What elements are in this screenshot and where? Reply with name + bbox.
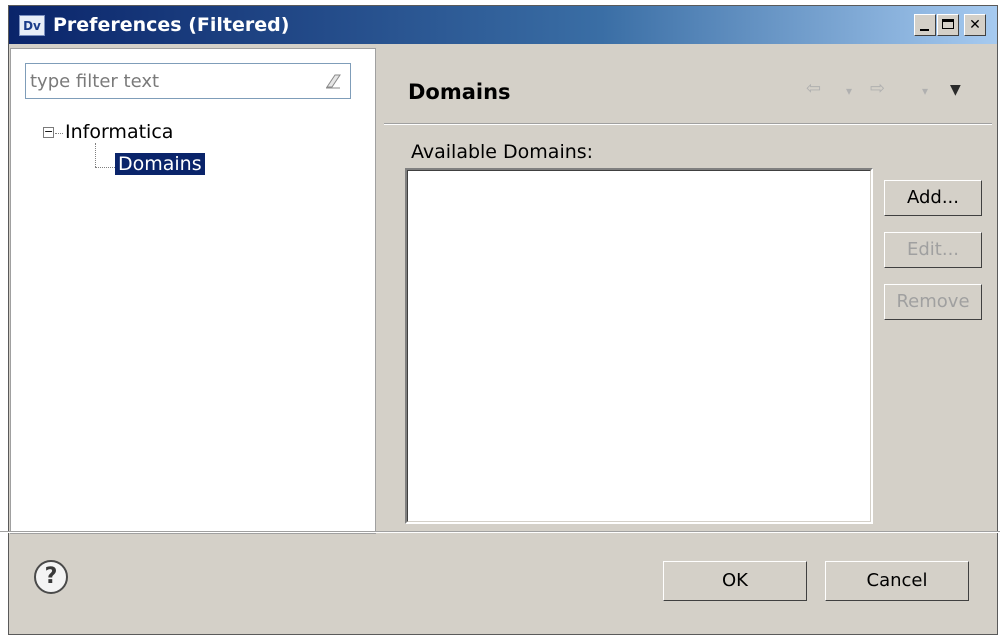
add-button[interactable]: Add... xyxy=(884,180,982,216)
back-dropdown-icon[interactable]: ▾ xyxy=(846,84,852,98)
tree-connector xyxy=(95,143,96,167)
app-icon: Dv xyxy=(19,15,45,36)
tree-connector xyxy=(55,133,63,134)
window-title: Preferences (Filtered) xyxy=(53,14,290,36)
tree-item-domains[interactable]: Domains xyxy=(115,153,205,175)
available-domains-label: Available Domains: xyxy=(411,141,594,163)
edit-button[interactable]: Edit... xyxy=(884,232,982,268)
domains-list[interactable] xyxy=(405,168,873,524)
filter-field[interactable] xyxy=(25,63,351,99)
help-icon[interactable]: ? xyxy=(34,560,68,594)
view-menu-icon[interactable]: ▼ xyxy=(950,82,961,98)
filter-input[interactable] xyxy=(30,67,310,95)
clear-filter-icon[interactable] xyxy=(324,72,342,90)
back-arrow-icon[interactable]: ⇦ xyxy=(806,78,821,99)
page-title: Domains xyxy=(408,80,511,104)
title-bar[interactable]: Dv Preferences (Filtered) ✕ xyxy=(9,6,997,44)
tree-item-informatica[interactable]: Informatica xyxy=(65,121,173,143)
collapse-icon[interactable]: − xyxy=(43,126,54,138)
forward-arrow-icon[interactable]: ⇨ xyxy=(870,78,885,99)
maximize-button[interactable] xyxy=(937,14,959,36)
cancel-button[interactable]: Cancel xyxy=(825,561,969,601)
header-divider xyxy=(384,123,992,125)
ok-button[interactable]: OK xyxy=(663,561,807,601)
close-button[interactable]: ✕ xyxy=(964,14,986,36)
footer-divider xyxy=(0,531,1000,533)
remove-button[interactable]: Remove xyxy=(884,284,982,320)
tree-connector xyxy=(95,167,115,168)
forward-dropdown-icon[interactable]: ▾ xyxy=(922,84,928,98)
preferences-tree-pane: − Informatica Domains xyxy=(10,48,376,534)
minimize-button[interactable] xyxy=(914,14,936,36)
